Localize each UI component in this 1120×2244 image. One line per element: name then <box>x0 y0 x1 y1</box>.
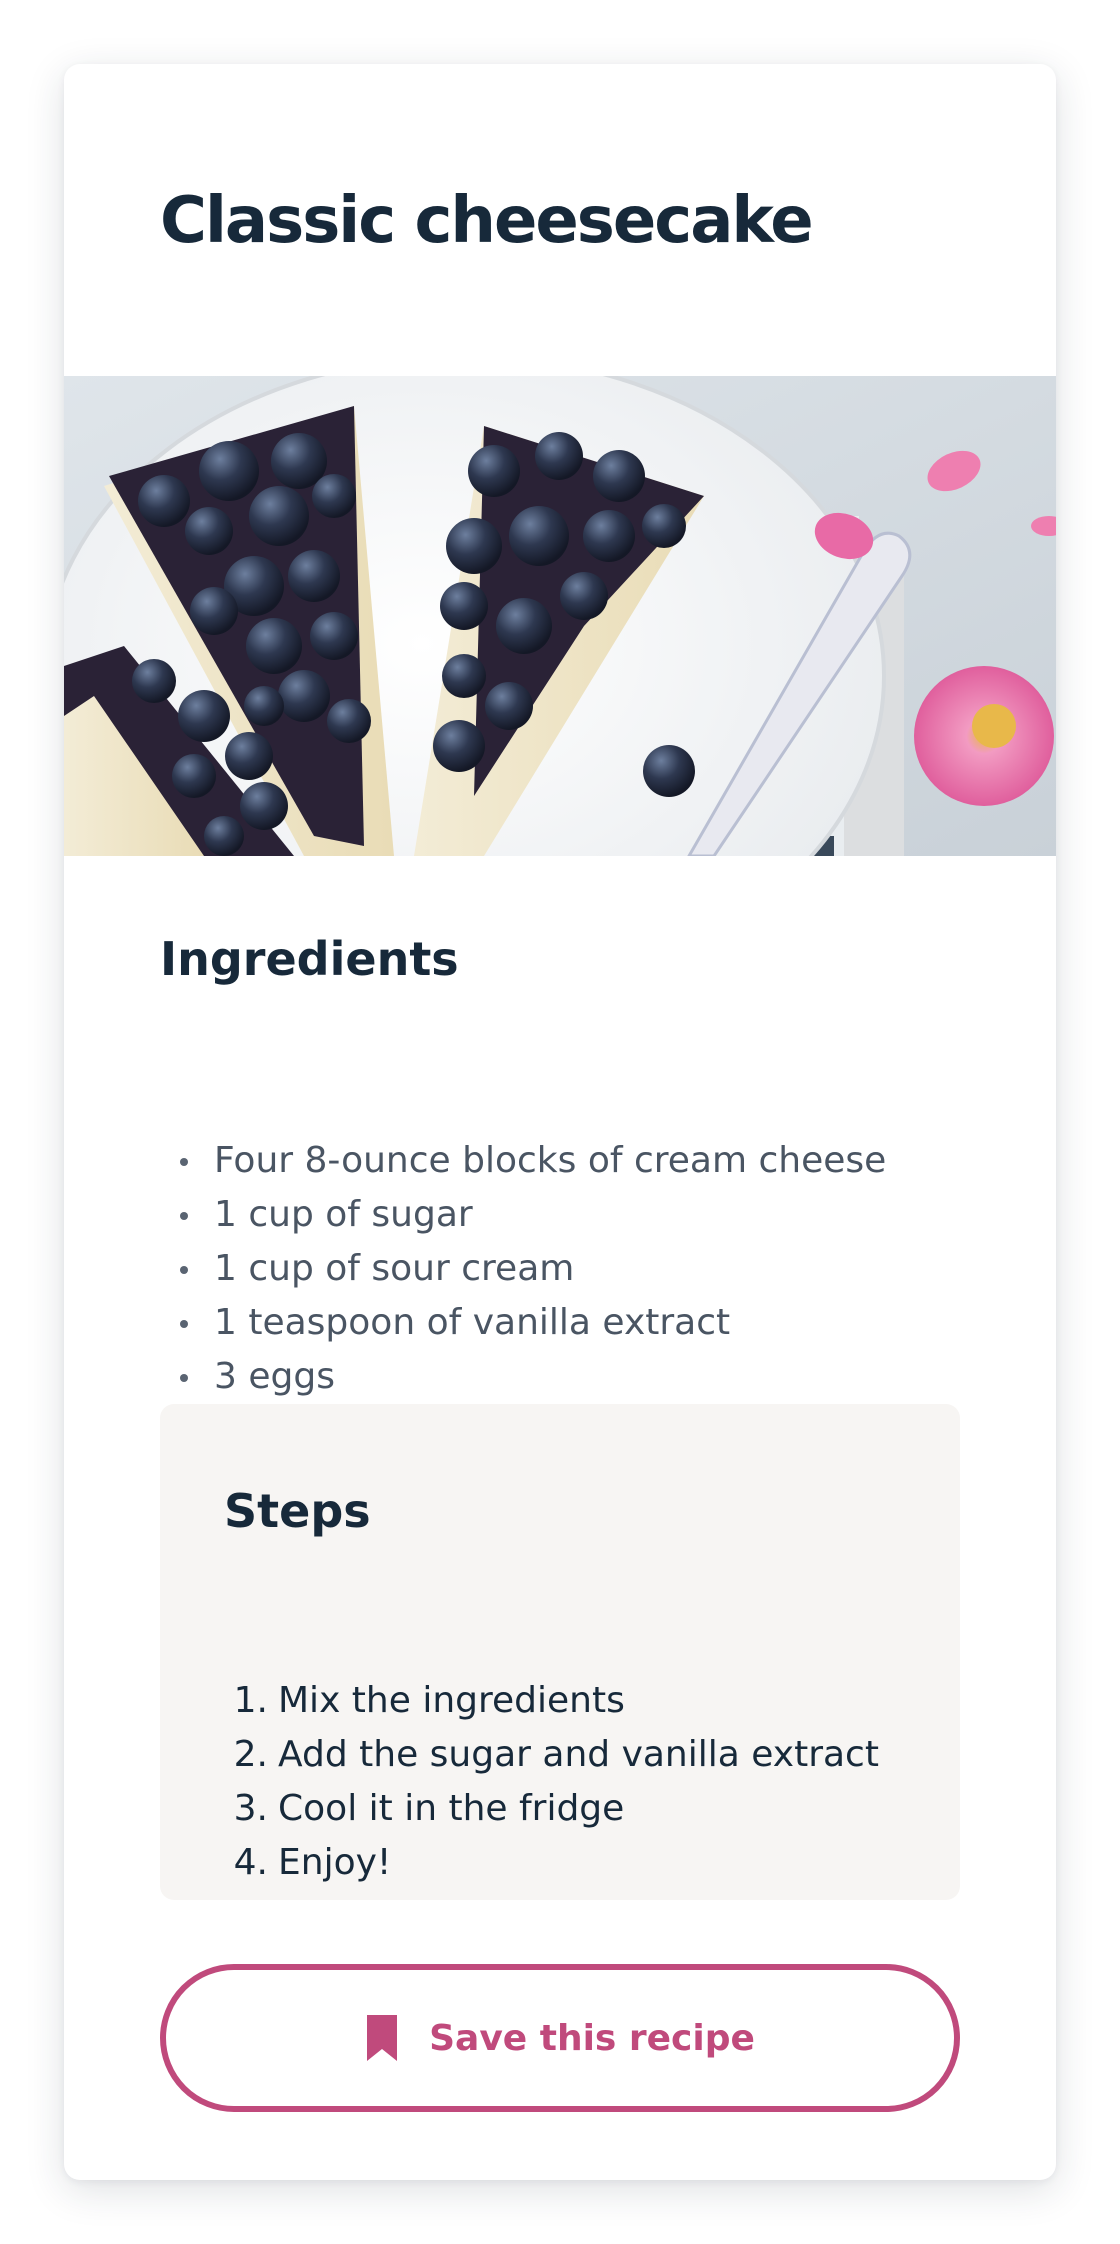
ingredients-list: Four 8-ounce blocks of cream cheese 1 cu… <box>160 1134 886 1404</box>
ingredient-item: 1 cup of sugar <box>160 1188 886 1242</box>
ingredient-item: 1 teaspoon of vanilla extract <box>160 1296 886 1350</box>
bullet-icon <box>180 1320 188 1328</box>
save-recipe-button[interactable]: Save this recipe <box>160 1964 960 2112</box>
step-text: Add the sugar and vanilla extract <box>278 1734 879 1775</box>
step-text: Cool it in the fridge <box>278 1788 625 1829</box>
ingredients-heading: Ingredients <box>160 932 459 986</box>
step-number: 2. <box>233 1734 268 1775</box>
recipe-card: Classic cheesecake Ingredients Four 8-ou… <box>64 64 1056 2180</box>
step-item: 3. Cool it in the fridge <box>224 1782 879 1836</box>
ingredient-item: 3 eggs <box>160 1350 886 1404</box>
recipe-hero-image <box>64 376 1056 856</box>
recipe-title: Classic cheesecake <box>160 184 814 258</box>
step-text: Mix the ingredients <box>278 1680 625 1721</box>
cheesecake-photo <box>64 376 1056 856</box>
bullet-icon <box>180 1158 188 1166</box>
ingredient-item: Four 8-ounce blocks of cream cheese <box>160 1134 886 1188</box>
step-text: Enjoy! <box>278 1842 392 1883</box>
bullet-icon <box>180 1374 188 1382</box>
step-number: 4. <box>233 1842 268 1883</box>
step-item: 4. Enjoy! <box>224 1836 879 1890</box>
step-item: 1. Mix the ingredients <box>224 1674 879 1728</box>
ingredient-item: 1 cup of sour cream <box>160 1242 886 1296</box>
bookmark-icon <box>367 2015 398 2061</box>
save-recipe-label: Save this recipe <box>429 2017 755 2059</box>
step-number: 1. <box>233 1680 268 1721</box>
step-item: 2. Add the sugar and vanilla extract <box>224 1728 879 1782</box>
step-number: 3. <box>233 1788 268 1829</box>
steps-panel: Steps 1. Mix the ingredients 2. Add the su… <box>160 1404 960 1900</box>
bullet-icon <box>180 1266 188 1274</box>
steps-list: 1. Mix the ingredients 2. Add the sugar an… <box>224 1674 879 1890</box>
bullet-icon <box>180 1212 188 1220</box>
steps-heading: Steps <box>224 1484 371 1538</box>
